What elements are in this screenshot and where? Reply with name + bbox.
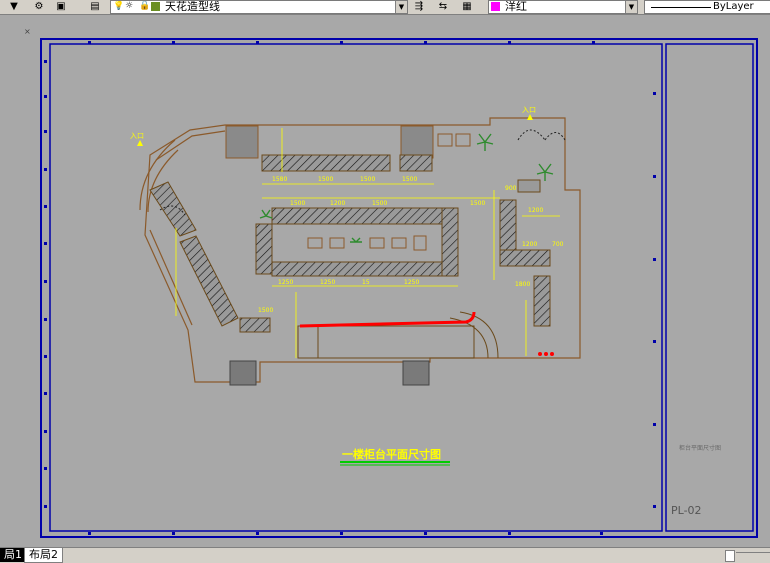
title-block	[665, 43, 754, 532]
sun-icon: ☼	[125, 1, 134, 11]
dimension-labels: 1580 1500 1500 1500 1500 1200 1500 1500 …	[258, 176, 564, 314]
color-name: 洋红	[505, 0, 527, 13]
titleblock-caption: 柜台平面尺寸图	[679, 444, 721, 452]
svg-text:1200: 1200	[330, 200, 345, 207]
make-current-icon[interactable]: ⇶	[410, 0, 428, 13]
floor-plan-drawing: × 1580 1500 1500 1500 1500 1200 1500 150…	[24, 27, 758, 538]
svg-text:1500: 1500	[360, 176, 375, 183]
svg-text:1500: 1500	[470, 200, 485, 207]
linetype-combo[interactable]: ByLayer	[644, 0, 770, 14]
svg-text:1500: 1500	[290, 200, 305, 207]
layout-tabs-bar: 局1 布局2	[0, 547, 770, 563]
layer-combo[interactable]: 💡 ☼ 🔒 天花造型线 ▼	[110, 0, 408, 14]
svg-text:1800: 1800	[515, 281, 530, 288]
chevron-down-icon[interactable]: ▼	[625, 1, 637, 13]
layer-manager-icon[interactable]: ▤	[86, 0, 104, 13]
svg-text:1500: 1500	[402, 176, 417, 183]
tab-layout2[interactable]: 布局2	[24, 548, 63, 563]
scrollbar-thumb[interactable]	[725, 550, 735, 562]
layer-states-icon[interactable]: ⚙	[30, 0, 48, 13]
linetype-name: ByLayer	[713, 1, 754, 12]
properties-toolbar: ▼ ⚙ ▣ ▤ 💡 ☼ 🔒 天花造型线 ▼ ⇶ ⇆ ▦ 洋红 ▼ ByLayer	[0, 0, 770, 15]
drawing-canvas[interactable]: × 1580 1500 1500 1500 1500 1200 1500 150…	[0, 15, 770, 547]
match-layer-icon[interactable]: ⇆	[434, 0, 452, 13]
entrance-left-arrow-icon	[137, 140, 143, 146]
entrance-right-label: 入口	[522, 106, 536, 114]
red-lamps	[538, 352, 554, 356]
layer-previous-icon[interactable]: ▣	[52, 0, 70, 13]
svg-text:700: 700	[552, 241, 564, 248]
layer-iso-icon[interactable]: ▦	[458, 0, 476, 13]
layer-color-swatch	[151, 2, 160, 11]
layer-name: 天花造型线	[165, 0, 220, 13]
color-combo[interactable]: 洋红 ▼	[488, 0, 638, 14]
dropdown-arrow-icon[interactable]: ▼	[2, 0, 26, 13]
svg-text:1250: 1250	[404, 279, 419, 286]
staircase	[297, 311, 499, 359]
bulb-icon: 💡	[113, 1, 125, 11]
chevron-down-icon[interactable]: ▼	[395, 1, 407, 13]
svg-text:1200: 1200	[522, 241, 537, 248]
svg-text:1250: 1250	[320, 279, 335, 286]
svg-text:15: 15	[362, 279, 370, 286]
sheet-code: PL-02	[671, 504, 702, 517]
svg-text:1250: 1250	[278, 279, 293, 286]
linetype-sample	[651, 7, 711, 8]
magenta-swatch	[491, 2, 500, 11]
ucs-mark: ×	[24, 27, 31, 36]
svg-text:1500: 1500	[258, 307, 273, 314]
counters	[149, 154, 551, 333]
scrollbar-track[interactable]	[736, 552, 770, 553]
red-handrail	[299, 311, 476, 328]
svg-text:1200: 1200	[528, 207, 543, 214]
entrance-left-label: 入口	[130, 132, 144, 140]
lock-icon: 🔒	[139, 1, 151, 11]
drawing-title: 一楼柜台平面尺寸图	[342, 447, 441, 461]
svg-text:1500: 1500	[318, 176, 333, 183]
tab-layout1[interactable]: 局1	[0, 548, 26, 562]
entrance-right-arrow-icon	[527, 114, 533, 120]
svg-text:900: 900	[505, 185, 517, 192]
svg-text:1500: 1500	[372, 200, 387, 207]
svg-text:1580: 1580	[272, 176, 287, 183]
